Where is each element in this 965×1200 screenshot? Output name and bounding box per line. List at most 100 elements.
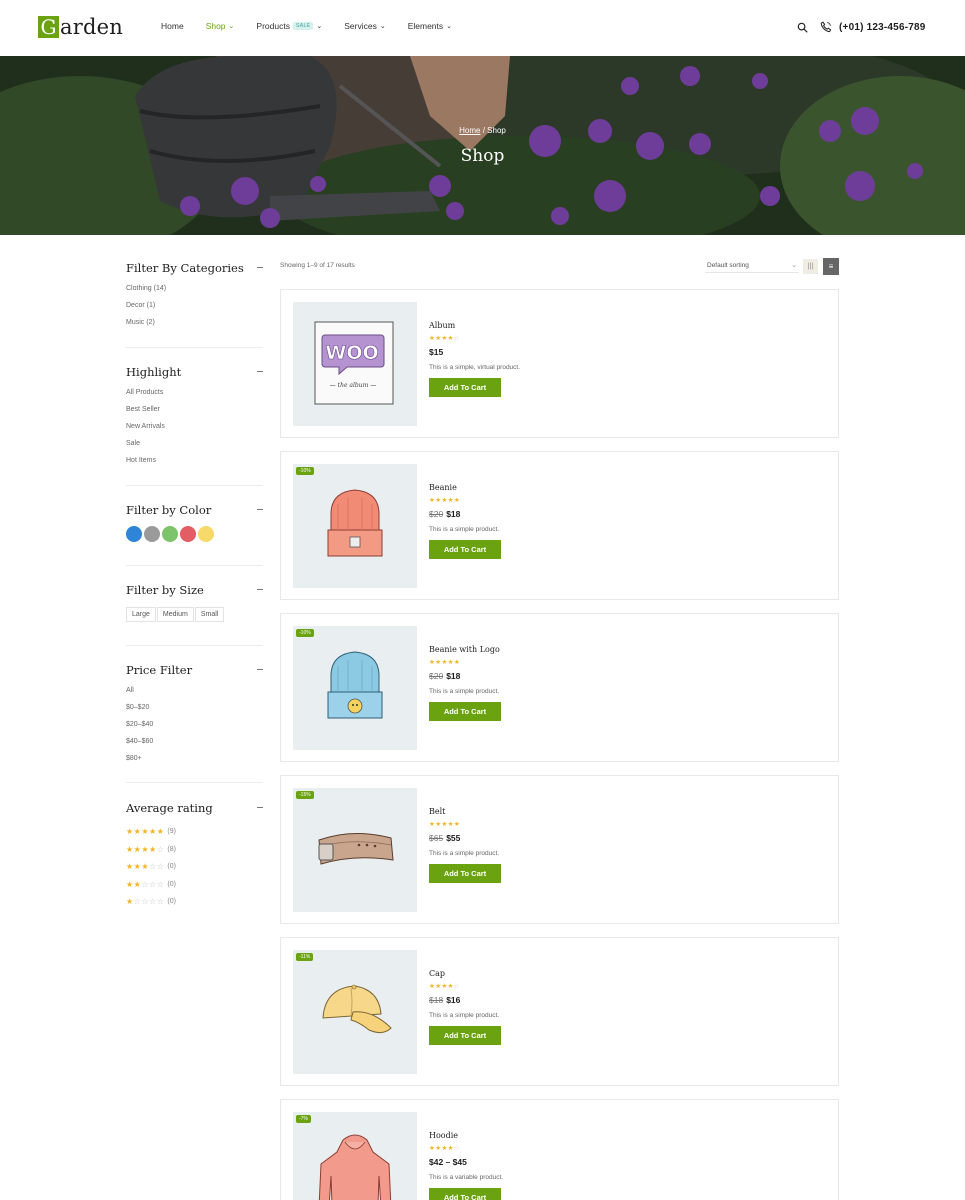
color-swatch[interactable] xyxy=(180,526,196,542)
discount-badge: -15% xyxy=(296,791,314,799)
highlight-link[interactable]: Hot Items xyxy=(126,457,263,474)
chevron-down-icon: ⌄ xyxy=(379,23,386,30)
current-price: $55 xyxy=(446,833,461,843)
logo-text: arden xyxy=(60,15,123,39)
collapse-icon[interactable] xyxy=(257,589,263,590)
price-range-link[interactable]: $40–$60 xyxy=(126,738,263,755)
grid-view-button[interactable]: ||| xyxy=(803,259,818,274)
product-rating-stars: ★★★★★ xyxy=(429,821,461,828)
main-nav: Home Shop ⌄ Products SALE ⌄ Services ⌄ Elements ⌄ xyxy=(161,21,474,31)
color-swatch[interactable] xyxy=(144,526,160,542)
nav-item-services[interactable]: Services ⌄ xyxy=(344,21,385,31)
site-header: G arden Home Shop ⌄ Products SALE ⌄ Services ⌄ E… xyxy=(0,0,965,56)
nav-label: Elements xyxy=(407,21,444,31)
rating-filter-1[interactable]: ★☆☆☆☆ (0) xyxy=(126,893,263,911)
sort-select[interactable]: Default sorting ⌄ xyxy=(705,258,799,273)
product-image[interactable]: WOO — the album — xyxy=(293,302,417,426)
svg-text:WOO: WOO xyxy=(325,342,378,364)
size-option[interactable]: Large xyxy=(126,607,156,622)
nav-label: Services xyxy=(344,21,377,31)
collapse-icon[interactable] xyxy=(257,669,263,670)
old-price: $65 xyxy=(429,833,444,843)
product-name[interactable]: Cap xyxy=(429,969,501,978)
nav-label: Products xyxy=(256,21,290,31)
grid-icon: ||| xyxy=(807,263,814,270)
breadcrumb: Home / Shop xyxy=(0,126,965,135)
category-link[interactable]: Music (2) xyxy=(126,319,263,336)
price-range-link[interactable]: All xyxy=(126,687,263,704)
collapse-icon[interactable] xyxy=(257,267,263,268)
add-to-cart-button[interactable]: Add To Cart xyxy=(429,1026,501,1045)
empty-stars: ☆☆☆ xyxy=(141,879,165,889)
discount-badge: -10% xyxy=(296,629,314,637)
rating-filter-2[interactable]: ★★☆☆☆ (0) xyxy=(126,876,263,894)
collapse-icon[interactable] xyxy=(257,371,263,372)
product-description: This is a simple, virtual product. xyxy=(429,364,521,371)
product-rating-stars: ★★★★★ xyxy=(429,497,461,504)
product-name[interactable]: Belt xyxy=(429,807,501,816)
product-info: Beanie ★★★★★ $20 $18 This is a simple produc… xyxy=(429,483,501,559)
search-icon[interactable] xyxy=(797,22,808,33)
phone-number[interactable]: (+01) 123-456-789 xyxy=(839,22,926,33)
category-link[interactable]: Clothing (14) xyxy=(126,285,263,302)
nav-item-shop[interactable]: Shop ⌄ xyxy=(206,21,235,31)
product-name[interactable]: Beanie xyxy=(429,483,501,492)
price-range-link[interactable]: $80+ xyxy=(126,755,263,772)
highlight-link[interactable]: Best Seller xyxy=(126,406,263,423)
product-description: This is a variable product. xyxy=(429,1174,504,1181)
product-illustration xyxy=(318,1134,392,1200)
color-swatch[interactable] xyxy=(198,526,214,542)
product-price: $20 $18 xyxy=(429,509,501,519)
rating-stars: ★★★★★ xyxy=(126,827,165,837)
product-name[interactable]: Hoodie xyxy=(429,1131,503,1140)
product-image[interactable]: -11% xyxy=(293,950,417,1074)
nav-label: Home xyxy=(161,21,184,31)
nav-item-elements[interactable]: Elements ⌄ xyxy=(408,21,452,31)
add-to-cart-button[interactable]: Add To Cart xyxy=(429,1188,501,1200)
collapse-icon[interactable] xyxy=(257,509,263,510)
color-swatch[interactable] xyxy=(126,526,142,542)
price-range-link[interactable]: $20–$40 xyxy=(126,721,263,738)
widget-title: Highlight xyxy=(126,365,182,379)
add-to-cart-button[interactable]: Add To Cart xyxy=(429,378,501,397)
rating-stars: ★★★☆☆ xyxy=(126,862,165,872)
product-image[interactable]: -7% xyxy=(293,1112,417,1200)
add-to-cart-button[interactable]: Add To Cart xyxy=(429,864,501,883)
current-price: $15 xyxy=(429,347,444,357)
discount-badge: -11% xyxy=(296,953,314,961)
size-option[interactable]: Small xyxy=(194,607,225,622)
category-link[interactable]: Decor (1) xyxy=(126,302,263,319)
breadcrumb-home-link[interactable]: Home xyxy=(459,126,480,135)
product-image[interactable]: -10% xyxy=(293,464,417,588)
site-logo[interactable]: G arden xyxy=(38,15,123,39)
rating-stars: ★☆☆☆☆ xyxy=(126,897,165,907)
old-price: $20 xyxy=(429,671,444,681)
add-to-cart-button[interactable]: Add To Cart xyxy=(429,702,501,721)
rating-filter-5[interactable]: ★★★★★ (9) xyxy=(126,823,263,841)
widget-title: Filter by Size xyxy=(126,583,204,597)
highlight-link[interactable]: New Arrivals xyxy=(126,423,263,440)
rating-filter-4[interactable]: ★★★★☆ (8) xyxy=(126,841,263,859)
svg-text:— the album —: — the album — xyxy=(330,382,376,389)
list-view-button[interactable]: ≡ xyxy=(823,258,839,275)
highlight-widget: Highlight All Products Best Seller New Arr… xyxy=(126,365,263,474)
add-to-cart-button[interactable]: Add To Cart xyxy=(429,540,501,559)
product-card: -15% Belt ★★★★★ $65 $55 This is a simple prod… xyxy=(280,775,839,924)
product-card: -11% Cap ★★★★☆ $18 $16 This is a simple produ… xyxy=(280,937,839,1086)
nav-item-home[interactable]: Home xyxy=(161,21,184,31)
product-image[interactable]: -15% xyxy=(293,788,417,912)
size-option[interactable]: Medium xyxy=(156,607,194,622)
highlight-link[interactable]: Sale xyxy=(126,440,263,457)
chevron-down-icon: ⌄ xyxy=(791,262,797,269)
color-swatch[interactable] xyxy=(162,526,178,542)
result-count: Showing 1–9 of 17 results xyxy=(280,262,355,269)
product-name[interactable]: Beanie with Logo xyxy=(429,645,501,654)
highlight-link[interactable]: All Products xyxy=(126,389,263,406)
sale-badge: SALE xyxy=(292,22,314,30)
price-range-link[interactable]: $0–$20 xyxy=(126,704,263,721)
product-image[interactable]: -10% xyxy=(293,626,417,750)
product-name[interactable]: Album xyxy=(429,321,520,330)
rating-filter-3[interactable]: ★★★☆☆ (0) xyxy=(126,858,263,876)
nav-item-products[interactable]: Products SALE ⌄ xyxy=(256,21,322,31)
collapse-icon[interactable] xyxy=(257,807,263,808)
